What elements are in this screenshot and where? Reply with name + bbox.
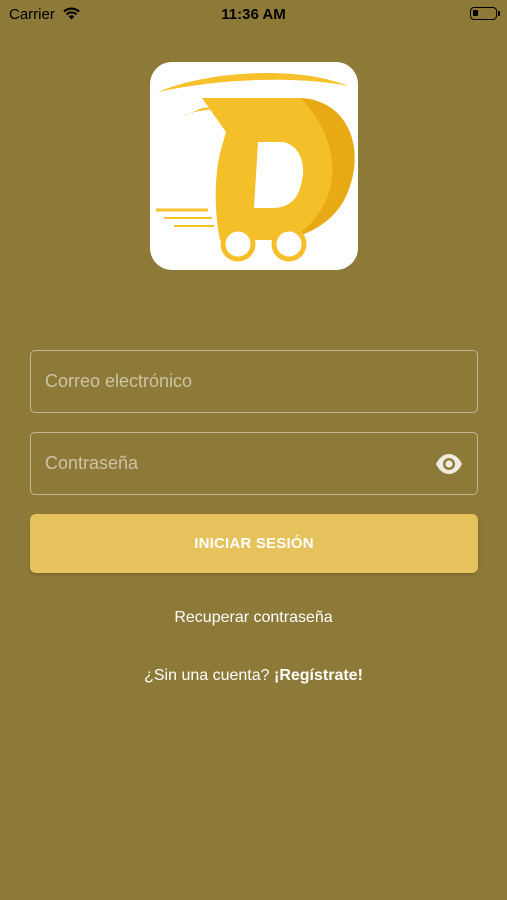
signup-link[interactable]: ¡Regístrate! — [274, 667, 363, 684]
battery-level — [473, 10, 478, 16]
password-input[interactable] — [31, 433, 477, 494]
forgot-password-link[interactable]: Recuperar contraseña — [0, 609, 507, 627]
login-button[interactable]: INICIAR SESIÓN — [30, 514, 478, 573]
delivery-truck-d-logo-icon — [156, 73, 355, 262]
email-input[interactable] — [31, 351, 477, 412]
status-bar: Carrier 11:36 AM — [0, 0, 507, 28]
app-logo — [150, 62, 358, 270]
password-field[interactable] — [30, 432, 478, 495]
status-time: 11:36 AM — [221, 6, 286, 23]
signup-prompt: ¿Sin una cuenta? — [144, 667, 274, 684]
signup-row: ¿Sin una cuenta? ¡Regístrate! — [0, 667, 507, 685]
eye-icon[interactable] — [435, 452, 463, 476]
email-field[interactable] — [30, 350, 478, 413]
battery-icon — [470, 7, 500, 20]
